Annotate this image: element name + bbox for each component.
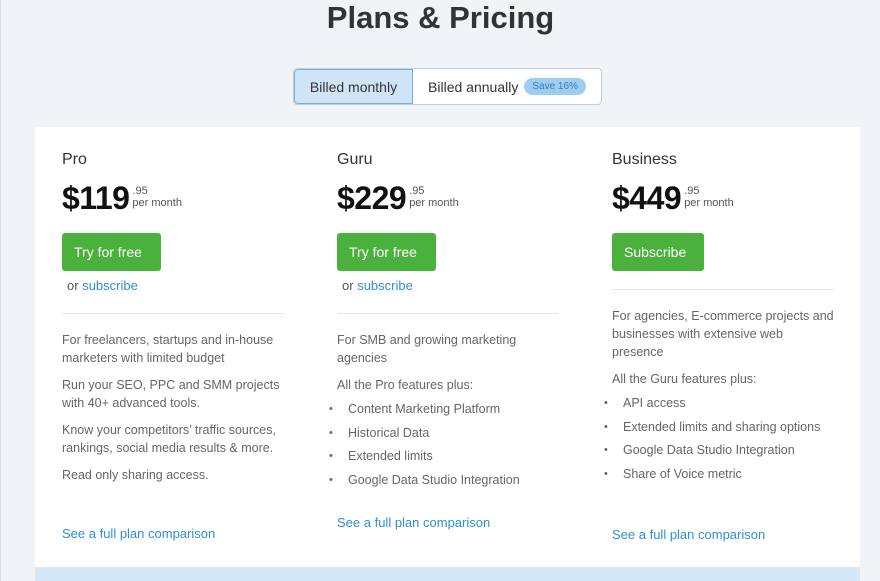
plan-comparison-link[interactable]: See a full plan comparison: [62, 526, 215, 541]
plan-comparison-link[interactable]: See a full plan comparison: [612, 527, 765, 542]
price-amount: $449: [612, 180, 682, 216]
plan-price: $119 .95 per month: [62, 179, 182, 217]
description-paragraph: For SMB and growing marketing agencies: [337, 333, 517, 365]
billed-annually-option[interactable]: Billed annually Save 16%: [413, 69, 601, 104]
description-paragraph: All the Guru features plus:: [612, 372, 757, 386]
description-paragraph: Know your competitors’ traffic sources, …: [62, 423, 276, 455]
price-amount: $119: [62, 180, 130, 216]
feature-item: Extended limits: [329, 447, 559, 465]
feature-list: Content Marketing Platform Historical Da…: [329, 400, 559, 489]
or-text: or: [342, 278, 354, 293]
divider: [612, 289, 834, 290]
billed-annually-label: Billed annually: [428, 78, 519, 95]
or-text: or: [67, 278, 79, 293]
price-period: per month: [409, 197, 459, 209]
plan-description: For freelancers, startups and in-house m…: [62, 331, 284, 493]
plan-price: $449 .95 per month: [612, 179, 734, 217]
description-paragraph: For agencies, E-commerce projects and bu…: [612, 309, 834, 359]
feature-item: Google Data Studio Integration: [329, 471, 559, 489]
price-cents: .95: [409, 185, 425, 197]
feature-item: Content Marketing Platform: [329, 400, 559, 418]
try-for-free-button[interactable]: Try for free: [337, 233, 436, 271]
description-paragraph: Run your SEO, PPC and SMM projects with …: [62, 378, 280, 410]
feature-list: API access Extended limits and sharing o…: [604, 394, 834, 483]
price-period: per month: [132, 197, 182, 209]
feature-item: Google Data Studio Integration: [604, 441, 834, 459]
plan-name: Business: [612, 151, 677, 168]
billing-period-toggle: Billed monthly Billed annually Save 16%: [293, 68, 602, 105]
plan-description: For SMB and growing marketing agencies A…: [329, 331, 559, 494]
price-cents: .95: [132, 185, 148, 197]
feature-item: API access: [604, 394, 834, 412]
billed-monthly-option[interactable]: Billed monthly: [294, 69, 413, 104]
plan-price: $229 .95 per month: [337, 179, 459, 217]
price-amount: $229: [337, 180, 407, 216]
save-badge: Save 16%: [524, 78, 586, 95]
price-cents: .95: [684, 185, 700, 197]
or-subscribe: or subscribe: [342, 278, 413, 293]
description-paragraph: Read only sharing access.: [62, 468, 209, 482]
divider: [337, 313, 559, 314]
subscribe-button[interactable]: Subscribe: [612, 233, 704, 271]
feature-item: Share of Voice metric: [604, 465, 834, 483]
price-period: per month: [684, 197, 734, 209]
feature-item: Historical Data: [329, 424, 559, 442]
billed-monthly-label: Billed monthly: [309, 78, 398, 95]
description-paragraph: For freelancers, startups and in-house m…: [62, 333, 274, 365]
description-paragraph: All the Pro features plus:: [337, 378, 474, 392]
try-for-free-button[interactable]: Try for free: [62, 233, 161, 271]
divider: [62, 313, 284, 314]
feature-item: Extended limits and sharing options: [604, 418, 834, 436]
page-title: Plans & Pricing: [326, 0, 555, 35]
plan-description: For agencies, E-commerce projects and bu…: [604, 307, 834, 488]
subscribe-link[interactable]: subscribe: [357, 278, 413, 293]
plan-name: Pro: [62, 151, 87, 168]
or-subscribe: or subscribe: [67, 278, 138, 293]
pricing-card: Pro $119 .95 per month Try for free or s…: [35, 127, 860, 581]
plan-name: Guru: [337, 151, 373, 168]
card-bottom-strip: [35, 567, 860, 581]
plan-comparison-link[interactable]: See a full plan comparison: [337, 515, 490, 530]
subscribe-link[interactable]: subscribe: [82, 278, 138, 293]
